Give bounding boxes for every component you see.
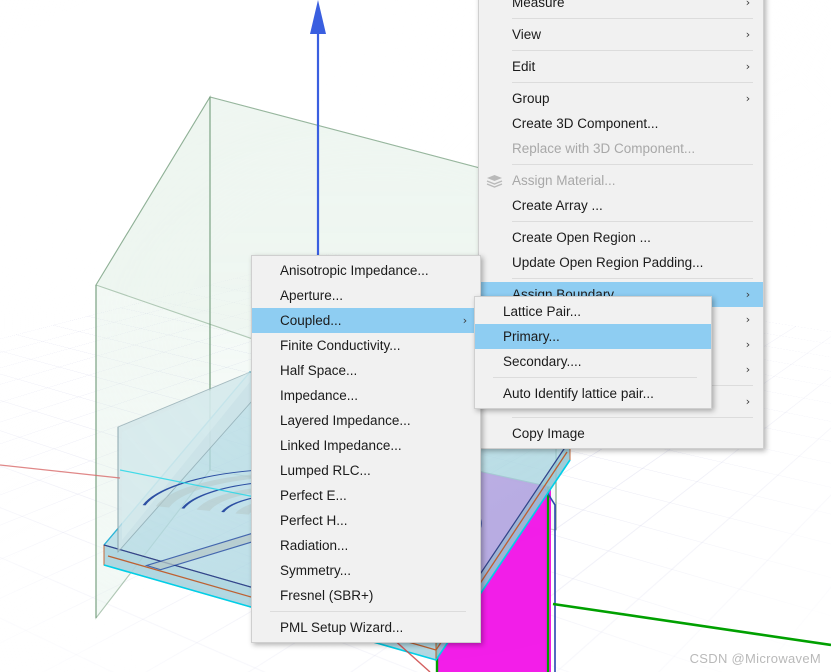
menu-item-label: PML Setup Wizard...: [280, 620, 404, 635]
menu-item-label: Assign Material...: [512, 173, 616, 188]
menu-item-label: Auto Identify lattice pair...: [503, 386, 654, 401]
application-window: CSDN @MicrowaveM Measure › View › Edit › Group…: [0, 0, 831, 672]
menu-item-copy-image[interactable]: Copy Image: [479, 421, 763, 446]
layers-icon: [486, 174, 503, 188]
menu-separator: [512, 18, 753, 19]
menu-separator: [512, 82, 753, 83]
menu-separator: [512, 278, 753, 279]
menu-item-symmetry[interactable]: Symmetry...: [252, 558, 480, 583]
chevron-right-icon: ›: [745, 92, 751, 105]
menu-item-label: Impedance...: [280, 388, 359, 403]
menu-item-measure[interactable]: Measure ›: [479, 0, 763, 15]
menu-item-aperture[interactable]: Aperture...: [252, 283, 480, 308]
chevron-right-icon: ›: [745, 395, 751, 408]
menu-item-label: Finite Conductivity...: [280, 338, 401, 353]
menu-item-label: Group: [512, 91, 550, 106]
chevron-right-icon: ›: [745, 28, 751, 41]
menu-item-label: Perfect E...: [280, 488, 347, 503]
watermark-text: CSDN @MicrowaveM: [689, 651, 821, 666]
menu-item-label: Lumped RLC...: [280, 463, 371, 478]
menu-item-anisotropic-impedance[interactable]: Anisotropic Impedance...: [252, 258, 480, 283]
chevron-right-icon: ›: [745, 0, 751, 9]
menu-item-label: Fresnel (SBR+): [280, 588, 374, 603]
menu-item-label: Perfect H...: [280, 513, 348, 528]
menu-item-label: Symmetry...: [280, 563, 352, 578]
menu-item-primary[interactable]: Primary...: [475, 324, 711, 349]
menu-item-create-3d-component[interactable]: Create 3D Component...: [479, 111, 763, 136]
menu-item-label: Aperture...: [280, 288, 344, 303]
menu-item-perfect-e[interactable]: Perfect E...: [252, 483, 480, 508]
menu-item-label: Copy Image: [512, 426, 585, 441]
menu-item-label: Replace with 3D Component...: [512, 141, 696, 156]
menu-item-edit[interactable]: Edit ›: [479, 54, 763, 79]
menu-item-lumped-rlc[interactable]: Lumped RLC...: [252, 458, 480, 483]
coupled-submenu[interactable]: Lattice Pair... Primary... Secondary.... Au…: [474, 296, 712, 409]
menu-item-assign-material: Assign Material...: [479, 168, 763, 193]
menu-item-radiation[interactable]: Radiation...: [252, 533, 480, 558]
menu-item-label: Primary...: [503, 329, 560, 344]
menu-item-finite-conductivity[interactable]: Finite Conductivity...: [252, 333, 480, 358]
menu-separator: [512, 164, 753, 165]
menu-item-coupled[interactable]: Coupled... ›: [252, 308, 480, 333]
menu-item-layered-impedance[interactable]: Layered Impedance...: [252, 408, 480, 433]
menu-item-create-array[interactable]: Create Array ...: [479, 193, 763, 218]
menu-item-update-open-region-padding[interactable]: Update Open Region Padding...: [479, 250, 763, 275]
menu-separator: [512, 417, 753, 418]
menu-item-half-space[interactable]: Half Space...: [252, 358, 480, 383]
menu-item-view[interactable]: View ›: [479, 22, 763, 47]
menu-item-label: Edit: [512, 59, 536, 74]
menu-separator: [512, 221, 753, 222]
menu-item-label: Linked Impedance...: [280, 438, 402, 453]
menu-item-label: Measure: [512, 0, 565, 10]
chevron-right-icon: ›: [745, 313, 751, 326]
menu-item-auto-identify-lattice-pair[interactable]: Auto Identify lattice pair...: [475, 381, 711, 406]
chevron-right-icon: ›: [462, 314, 468, 327]
menu-separator: [270, 611, 466, 612]
menu-item-create-open-region[interactable]: Create Open Region ...: [479, 225, 763, 250]
menu-item-label: Update Open Region Padding...: [512, 255, 704, 270]
menu-item-label: Create Array ...: [512, 198, 603, 213]
menu-item-label: Create Open Region ...: [512, 230, 651, 245]
menu-item-label: View: [512, 27, 542, 42]
chevron-right-icon: ›: [745, 338, 751, 351]
assign-boundary-submenu[interactable]: Anisotropic Impedance... Aperture... Coupl…: [251, 255, 481, 643]
menu-item-replace-with-3d-component: Replace with 3D Component...: [479, 136, 763, 161]
menu-item-group[interactable]: Group ›: [479, 86, 763, 111]
menu-item-label: Secondary....: [503, 354, 582, 369]
menu-separator: [493, 377, 697, 378]
chevron-right-icon: ›: [745, 60, 751, 73]
menu-item-secondary[interactable]: Secondary....: [475, 349, 711, 374]
chevron-right-icon: ›: [745, 363, 751, 376]
menu-item-fresnel-sbr[interactable]: Fresnel (SBR+): [252, 583, 480, 608]
menu-item-label: Radiation...: [280, 538, 349, 553]
menu-item-lattice-pair[interactable]: Lattice Pair...: [475, 299, 711, 324]
menu-item-label: Layered Impedance...: [280, 413, 411, 428]
menu-separator: [512, 50, 753, 51]
menu-item-label: Lattice Pair...: [503, 304, 582, 319]
menu-item-label: Anisotropic Impedance...: [280, 263, 429, 278]
menu-item-label: Create 3D Component...: [512, 116, 659, 131]
menu-item-perfect-h[interactable]: Perfect H...: [252, 508, 480, 533]
menu-item-label: Half Space...: [280, 363, 358, 378]
menu-item-label: Coupled...: [280, 313, 342, 328]
menu-item-linked-impedance[interactable]: Linked Impedance...: [252, 433, 480, 458]
menu-item-pml-setup-wizard[interactable]: PML Setup Wizard...: [252, 615, 480, 640]
menu-item-impedance[interactable]: Impedance...: [252, 383, 480, 408]
chevron-right-icon: ›: [745, 288, 751, 301]
